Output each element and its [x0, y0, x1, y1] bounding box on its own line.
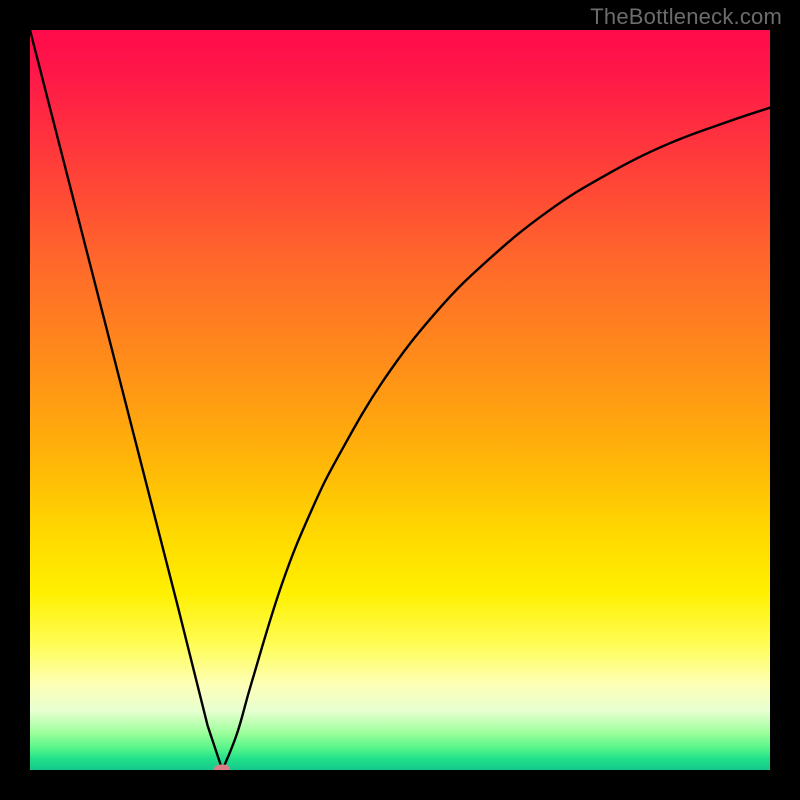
bottleneck-curve-path — [30, 30, 770, 770]
chart-frame: TheBottleneck.com — [0, 0, 800, 800]
watermark-text: TheBottleneck.com — [590, 4, 782, 30]
plot-area — [30, 30, 770, 770]
bottleneck-curve-svg — [30, 30, 770, 770]
optimal-point-marker — [214, 765, 230, 771]
